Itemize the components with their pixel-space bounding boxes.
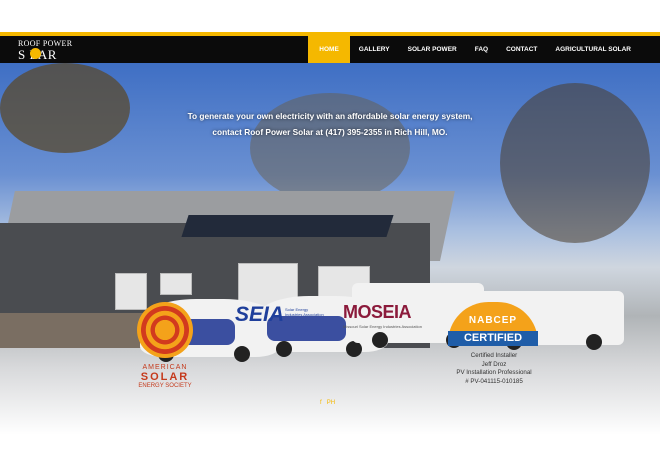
ases-line1: AMERICAN <box>142 364 188 371</box>
social-text[interactable]: PH <box>327 400 335 406</box>
sun-icon <box>31 49 40 58</box>
seia-sub: Solar Energy Industries Association <box>285 307 324 317</box>
seia-mark: SEIA <box>235 303 285 326</box>
nav-gallery[interactable]: GALLERY <box>350 36 399 63</box>
header-nav: ROOF POWER S LAR HOME GALLERY SOLAR POWE… <box>0 36 660 63</box>
moseia-mark: MOSEIA <box>343 302 412 322</box>
nav-home[interactable]: HOME <box>308 36 350 63</box>
building-stone-wall <box>0 313 150 348</box>
solar-panels <box>181 215 394 237</box>
tree-left <box>0 63 130 153</box>
nabcep-info3: PV Installation Professional <box>456 369 532 376</box>
site-logo[interactable]: ROOF POWER S LAR <box>18 39 78 62</box>
nabcep-info1: Certified Installer <box>470 352 518 359</box>
nabcep-certified: CERTIFIED <box>448 331 538 346</box>
moseia-logo[interactable]: MOSEIA Missouri Solar Energy Industries … <box>343 302 422 329</box>
nabcep-certification[interactable]: NABCEP CERTIFIED Certified Installer Jef… <box>448 302 540 386</box>
nav-solar-power[interactable]: SOLAR POWER <box>399 36 466 63</box>
hero-line2: contact Roof Power Solar at (417) 395-23… <box>212 127 448 137</box>
ases-line3: ENERGY SOCIETY <box>138 383 192 389</box>
nav-faq[interactable]: FAQ <box>466 36 497 63</box>
nabcep-name: NABCEP <box>468 315 518 326</box>
hero-line1: To generate your own electricity with an… <box>187 111 473 121</box>
nabcep-info4: # PV-041115-010185 <box>465 377 523 385</box>
moseia-sub: Missouri Solar Energy Industries Associa… <box>343 324 422 329</box>
ases-line2: SOLAR <box>140 371 190 383</box>
window-2 <box>160 273 192 295</box>
footer <box>0 435 660 471</box>
main-menu: HOME GALLERY SOLAR POWER FAQ CONTACT AGR… <box>308 36 640 63</box>
hero-headline: To generate your own electricity with an… <box>150 108 510 140</box>
tree-right <box>500 83 650 243</box>
nav-agricultural-solar[interactable]: AGRICULTURAL SOLAR <box>546 36 640 63</box>
social-links: f PH <box>320 400 335 406</box>
nabcep-badge: NABCEP CERTIFIED <box>448 302 538 346</box>
seia-logo[interactable]: SEIA Solar Energy Industries Association <box>235 303 324 327</box>
ases-logo[interactable]: AMERICAN SOLAR ENERGY SOCIETY <box>136 302 194 389</box>
nav-contact[interactable]: CONTACT <box>497 36 546 63</box>
nabcep-info2: Jeff Droz <box>481 360 507 368</box>
facebook-icon[interactable]: f <box>320 400 322 406</box>
ases-sun-icon <box>137 302 193 358</box>
nabcep-info: Certified Installer Jeff Droz PV Install… <box>448 352 540 386</box>
